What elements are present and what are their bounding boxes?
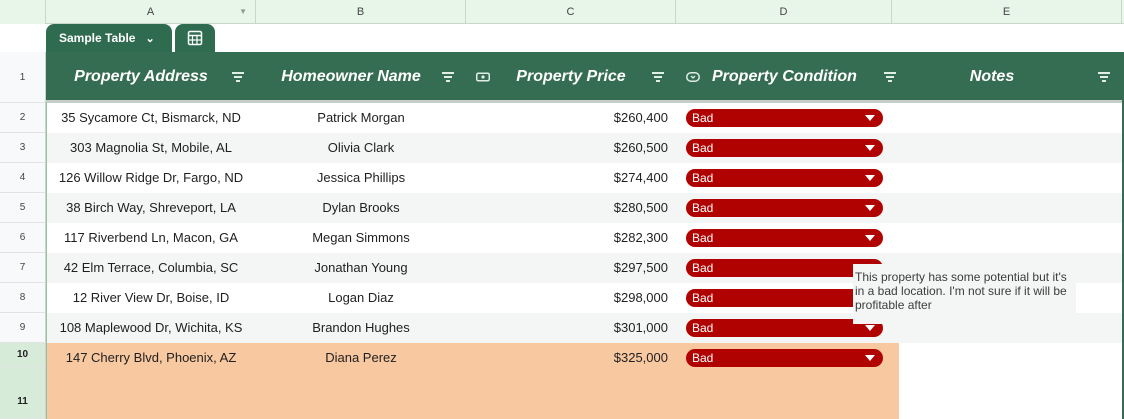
notes-cell-blank[interactable] [899,343,1122,367]
address-cell[interactable]: 126 Willow Ridge Dr, Fargo, ND [46,163,256,193]
row-header-6[interactable]: 6 [0,223,46,253]
owner-cell[interactable]: Dylan Brooks [256,193,466,223]
address-cell[interactable]: 38 Birch Way, Shreveport, LA [46,193,256,223]
dropdown-caret-icon [865,325,875,331]
price-cell[interactable]: $297,500 [466,253,676,283]
column-header-a[interactable]: A ▼ [46,0,256,24]
price-cell[interactable]: $260,400 [466,103,676,133]
condition-dropdown[interactable]: Bad [686,139,883,157]
column-header-d[interactable]: D [676,0,892,24]
owner-cell[interactable]: Jonathan Young [256,253,466,283]
header-homeowner-name[interactable]: Homeowner Name [256,52,466,102]
row-header-10[interactable]: 10 [0,343,46,367]
table-row[interactable]: 303 Magnolia St, Mobile, AL Olivia Clark… [46,133,1122,163]
condition-dropdown[interactable]: Bad [686,199,883,217]
row-header-9[interactable]: 9 [0,313,46,343]
table-tab-bar: Sample Table ⌄ [46,24,1124,52]
header-property-condition[interactable]: Property Condition [676,52,896,102]
currency-icon [476,72,490,82]
address-cell[interactable]: 35 Sycamore Ct, Bismarck, ND [46,103,256,133]
price-cell[interactable]: $260,500 [466,133,676,163]
filter-icon[interactable] [1098,71,1110,83]
row-header-5[interactable]: 5 [0,193,46,223]
select-all-corner[interactable] [0,0,46,24]
address-cell[interactable]: 147 Cherry Blvd, Phoenix, AZ [46,343,256,373]
filter-icon[interactable] [652,71,664,83]
table-name: Sample Table [59,31,136,45]
column-header-bar: A ▼ B C D E [0,0,1124,24]
column-header-e[interactable]: E [892,0,1122,24]
chevron-down-icon[interactable]: ⌄ [145,32,154,45]
table-row-selected[interactable]: 147 Cherry Blvd, Phoenix, AZ Diana Perez… [46,343,899,419]
condition-dropdown[interactable]: Bad [686,349,883,367]
row-header-3[interactable]: 3 [0,133,46,163]
price-cell[interactable]: $282,300 [466,223,676,253]
row-header-8[interactable]: 8 [0,283,46,313]
dropdown-caret-icon [865,235,875,241]
column-menu-icon[interactable]: ▼ [239,0,247,24]
filter-icon[interactable] [232,71,244,83]
dropdown-caret-icon [865,355,875,361]
row-header-2[interactable]: 2 [0,103,46,133]
price-cell[interactable]: $325,000 [466,343,676,373]
table-left-border [46,102,47,419]
price-cell[interactable]: $298,000 [466,283,676,313]
owner-cell[interactable]: Megan Simmons [256,223,466,253]
row-header-7[interactable]: 7 [0,253,46,283]
filter-icon[interactable] [442,71,454,83]
table-row[interactable]: 35 Sycamore Ct, Bismarck, ND Patrick Mor… [46,103,1122,133]
address-cell[interactable]: 42 Elm Terrace, Columbia, SC [46,253,256,283]
address-cell[interactable]: 117 Riverbend Ln, Macon, GA [46,223,256,253]
row-header-4[interactable]: 4 [0,163,46,193]
row-header-11[interactable]: 11 [0,367,46,419]
table-header-row: Property Address Homeowner Name Property… [46,52,1122,102]
table-settings-icon [187,30,203,46]
dropdown-caret-icon [865,115,875,121]
notes-cell[interactable]: This property has some potential but it'… [853,264,1076,324]
owner-cell[interactable]: Patrick Morgan [256,103,466,133]
price-cell[interactable]: $280,500 [466,193,676,223]
header-property-price[interactable]: Property Price [466,52,676,102]
owner-cell[interactable]: Jessica Phillips [256,163,466,193]
price-cell[interactable]: $274,400 [466,163,676,193]
row-header-1[interactable]: 1 [0,52,46,103]
table-row[interactable]: 126 Willow Ridge Dr, Fargo, ND Jessica P… [46,163,1122,193]
owner-cell[interactable]: Diana Perez [256,343,466,373]
address-cell[interactable]: 108 Maplewood Dr, Wichita, KS [46,313,256,343]
dropdown-caret-icon [865,205,875,211]
dropdown-chip-icon [686,72,700,82]
owner-cell[interactable]: Olivia Clark [256,133,466,163]
table-row[interactable]: 38 Birch Way, Shreveport, LA Dylan Brook… [46,193,1122,223]
header-property-address[interactable]: Property Address [46,52,256,102]
table-name-tab[interactable]: Sample Table ⌄ [46,24,172,52]
owner-cell[interactable]: Logan Diaz [256,283,466,313]
price-cell[interactable]: $301,000 [466,313,676,343]
condition-dropdown[interactable]: Bad [686,169,883,187]
column-header-b[interactable]: B [256,0,466,24]
condition-dropdown[interactable]: Bad [686,229,883,247]
condition-dropdown[interactable]: Bad [686,109,883,127]
address-cell[interactable]: 12 River View Dr, Boise, ID [46,283,256,313]
header-notes[interactable]: Notes [892,52,1122,102]
column-header-c[interactable]: C [466,0,676,24]
address-cell[interactable]: 303 Magnolia St, Mobile, AL [46,133,256,163]
table-row[interactable]: 117 Riverbend Ln, Macon, GA Megan Simmon… [46,223,1122,253]
dropdown-caret-icon [865,145,875,151]
dropdown-caret-icon [865,175,875,181]
owner-cell[interactable]: Brandon Hughes [256,313,466,343]
table-settings-button[interactable] [175,24,215,52]
